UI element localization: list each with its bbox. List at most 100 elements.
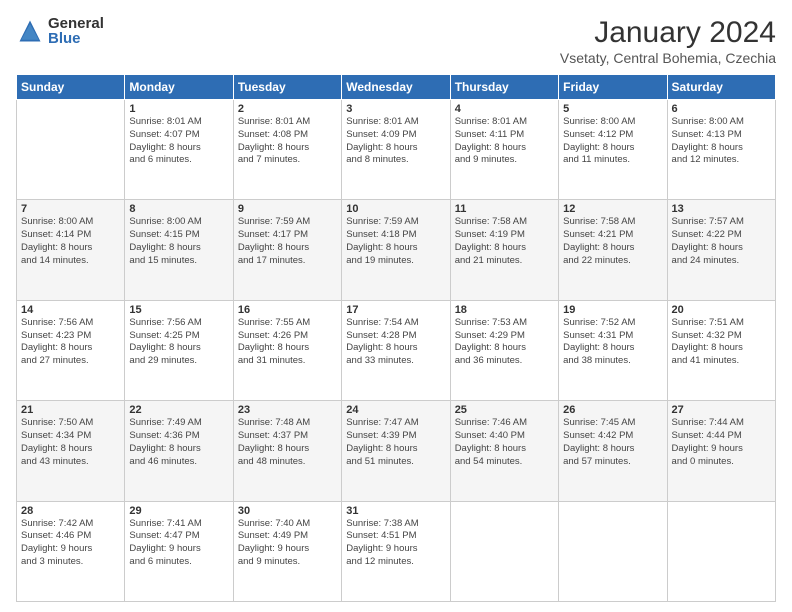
day-info-4: Sunrise: 8:01 AM Sunset: 4:11 PM Dayligh… [455, 116, 554, 167]
calendar-body: 1Sunrise: 8:01 AM Sunset: 4:07 PM Daylig… [17, 100, 776, 602]
day-number-15: 15 [129, 304, 228, 316]
header-thursday: Thursday [450, 75, 558, 100]
day-info-8: Sunrise: 8:00 AM Sunset: 4:15 PM Dayligh… [129, 216, 228, 267]
cell-w2-d5: 19Sunrise: 7:52 AM Sunset: 4:31 PM Dayli… [559, 300, 667, 400]
cell-w0-d3: 3Sunrise: 8:01 AM Sunset: 4:09 PM Daylig… [342, 100, 450, 200]
day-info-27: Sunrise: 7:44 AM Sunset: 4:44 PM Dayligh… [672, 417, 771, 468]
cell-w3-d3: 24Sunrise: 7:47 AM Sunset: 4:39 PM Dayli… [342, 401, 450, 501]
day-info-30: Sunrise: 7:40 AM Sunset: 4:49 PM Dayligh… [238, 518, 337, 569]
day-info-22: Sunrise: 7:49 AM Sunset: 4:36 PM Dayligh… [129, 417, 228, 468]
cell-w4-d1: 29Sunrise: 7:41 AM Sunset: 4:47 PM Dayli… [125, 501, 233, 601]
cell-w4-d6 [667, 501, 775, 601]
header-friday: Friday [559, 75, 667, 100]
cell-w2-d2: 16Sunrise: 7:55 AM Sunset: 4:26 PM Dayli… [233, 300, 341, 400]
cell-w4-d5 [559, 501, 667, 601]
day-number-18: 18 [455, 304, 554, 316]
day-info-17: Sunrise: 7:54 AM Sunset: 4:28 PM Dayligh… [346, 317, 445, 368]
calendar-table: Sunday Monday Tuesday Wednesday Thursday… [16, 74, 776, 602]
header: General Blue January 2024 Vsetaty, Centr… [16, 16, 776, 66]
day-number-3: 3 [346, 103, 445, 115]
day-number-5: 5 [563, 103, 662, 115]
day-info-6: Sunrise: 8:00 AM Sunset: 4:13 PM Dayligh… [672, 116, 771, 167]
cell-w1-d5: 12Sunrise: 7:58 AM Sunset: 4:21 PM Dayli… [559, 200, 667, 300]
day-info-21: Sunrise: 7:50 AM Sunset: 4:34 PM Dayligh… [21, 417, 120, 468]
day-info-28: Sunrise: 7:42 AM Sunset: 4:46 PM Dayligh… [21, 518, 120, 569]
cell-w2-d1: 15Sunrise: 7:56 AM Sunset: 4:25 PM Dayli… [125, 300, 233, 400]
day-number-12: 12 [563, 203, 662, 215]
day-info-24: Sunrise: 7:47 AM Sunset: 4:39 PM Dayligh… [346, 417, 445, 468]
cell-w4-d2: 30Sunrise: 7:40 AM Sunset: 4:49 PM Dayli… [233, 501, 341, 601]
day-number-23: 23 [238, 404, 337, 416]
cell-w3-d5: 26Sunrise: 7:45 AM Sunset: 4:42 PM Dayli… [559, 401, 667, 501]
cell-w0-d2: 2Sunrise: 8:01 AM Sunset: 4:08 PM Daylig… [233, 100, 341, 200]
cell-w2-d6: 20Sunrise: 7:51 AM Sunset: 4:32 PM Dayli… [667, 300, 775, 400]
logo-blue-text: Blue [48, 31, 104, 46]
day-info-15: Sunrise: 7:56 AM Sunset: 4:25 PM Dayligh… [129, 317, 228, 368]
day-number-7: 7 [21, 203, 120, 215]
day-info-12: Sunrise: 7:58 AM Sunset: 4:21 PM Dayligh… [563, 216, 662, 267]
day-number-10: 10 [346, 203, 445, 215]
day-number-25: 25 [455, 404, 554, 416]
day-number-6: 6 [672, 103, 771, 115]
day-info-7: Sunrise: 8:00 AM Sunset: 4:14 PM Dayligh… [21, 216, 120, 267]
week-row-3: 21Sunrise: 7:50 AM Sunset: 4:34 PM Dayli… [17, 401, 776, 501]
day-number-2: 2 [238, 103, 337, 115]
header-saturday: Saturday [667, 75, 775, 100]
cell-w3-d0: 21Sunrise: 7:50 AM Sunset: 4:34 PM Dayli… [17, 401, 125, 501]
day-number-1: 1 [129, 103, 228, 115]
cell-w4-d0: 28Sunrise: 7:42 AM Sunset: 4:46 PM Dayli… [17, 501, 125, 601]
day-number-11: 11 [455, 203, 554, 215]
cell-w4-d3: 31Sunrise: 7:38 AM Sunset: 4:51 PM Dayli… [342, 501, 450, 601]
day-number-24: 24 [346, 404, 445, 416]
week-row-2: 14Sunrise: 7:56 AM Sunset: 4:23 PM Dayli… [17, 300, 776, 400]
cell-w1-d4: 11Sunrise: 7:58 AM Sunset: 4:19 PM Dayli… [450, 200, 558, 300]
day-number-14: 14 [21, 304, 120, 316]
cell-w0-d0 [17, 100, 125, 200]
cell-w0-d1: 1Sunrise: 8:01 AM Sunset: 4:07 PM Daylig… [125, 100, 233, 200]
cell-w0-d6: 6Sunrise: 8:00 AM Sunset: 4:13 PM Daylig… [667, 100, 775, 200]
day-number-22: 22 [129, 404, 228, 416]
cell-w0-d4: 4Sunrise: 8:01 AM Sunset: 4:11 PM Daylig… [450, 100, 558, 200]
cell-w3-d4: 25Sunrise: 7:46 AM Sunset: 4:40 PM Dayli… [450, 401, 558, 501]
day-number-21: 21 [21, 404, 120, 416]
week-row-4: 28Sunrise: 7:42 AM Sunset: 4:46 PM Dayli… [17, 501, 776, 601]
cell-w2-d0: 14Sunrise: 7:56 AM Sunset: 4:23 PM Dayli… [17, 300, 125, 400]
cell-w1-d3: 10Sunrise: 7:59 AM Sunset: 4:18 PM Dayli… [342, 200, 450, 300]
day-info-26: Sunrise: 7:45 AM Sunset: 4:42 PM Dayligh… [563, 417, 662, 468]
day-number-26: 26 [563, 404, 662, 416]
month-year-title: January 2024 [560, 16, 776, 50]
title-block: January 2024 Vsetaty, Central Bohemia, C… [560, 16, 776, 66]
day-info-5: Sunrise: 8:00 AM Sunset: 4:12 PM Dayligh… [563, 116, 662, 167]
day-info-18: Sunrise: 7:53 AM Sunset: 4:29 PM Dayligh… [455, 317, 554, 368]
header-tuesday: Tuesday [233, 75, 341, 100]
day-number-13: 13 [672, 203, 771, 215]
days-header-row: Sunday Monday Tuesday Wednesday Thursday… [17, 75, 776, 100]
cell-w0-d5: 5Sunrise: 8:00 AM Sunset: 4:12 PM Daylig… [559, 100, 667, 200]
day-number-17: 17 [346, 304, 445, 316]
day-number-16: 16 [238, 304, 337, 316]
day-info-23: Sunrise: 7:48 AM Sunset: 4:37 PM Dayligh… [238, 417, 337, 468]
week-row-0: 1Sunrise: 8:01 AM Sunset: 4:07 PM Daylig… [17, 100, 776, 200]
logo-text: General Blue [48, 16, 104, 46]
day-info-3: Sunrise: 8:01 AM Sunset: 4:09 PM Dayligh… [346, 116, 445, 167]
cell-w3-d1: 22Sunrise: 7:49 AM Sunset: 4:36 PM Dayli… [125, 401, 233, 501]
day-info-1: Sunrise: 8:01 AM Sunset: 4:07 PM Dayligh… [129, 116, 228, 167]
page: General Blue January 2024 Vsetaty, Centr… [0, 0, 792, 612]
day-info-25: Sunrise: 7:46 AM Sunset: 4:40 PM Dayligh… [455, 417, 554, 468]
day-number-30: 30 [238, 505, 337, 517]
day-info-31: Sunrise: 7:38 AM Sunset: 4:51 PM Dayligh… [346, 518, 445, 569]
logo: General Blue [16, 16, 104, 46]
day-info-14: Sunrise: 7:56 AM Sunset: 4:23 PM Dayligh… [21, 317, 120, 368]
day-number-31: 31 [346, 505, 445, 517]
day-number-29: 29 [129, 505, 228, 517]
day-number-27: 27 [672, 404, 771, 416]
cell-w1-d6: 13Sunrise: 7:57 AM Sunset: 4:22 PM Dayli… [667, 200, 775, 300]
cell-w1-d2: 9Sunrise: 7:59 AM Sunset: 4:17 PM Daylig… [233, 200, 341, 300]
day-number-19: 19 [563, 304, 662, 316]
day-info-20: Sunrise: 7:51 AM Sunset: 4:32 PM Dayligh… [672, 317, 771, 368]
day-info-29: Sunrise: 7:41 AM Sunset: 4:47 PM Dayligh… [129, 518, 228, 569]
day-info-13: Sunrise: 7:57 AM Sunset: 4:22 PM Dayligh… [672, 216, 771, 267]
day-info-10: Sunrise: 7:59 AM Sunset: 4:18 PM Dayligh… [346, 216, 445, 267]
day-info-2: Sunrise: 8:01 AM Sunset: 4:08 PM Dayligh… [238, 116, 337, 167]
day-number-9: 9 [238, 203, 337, 215]
